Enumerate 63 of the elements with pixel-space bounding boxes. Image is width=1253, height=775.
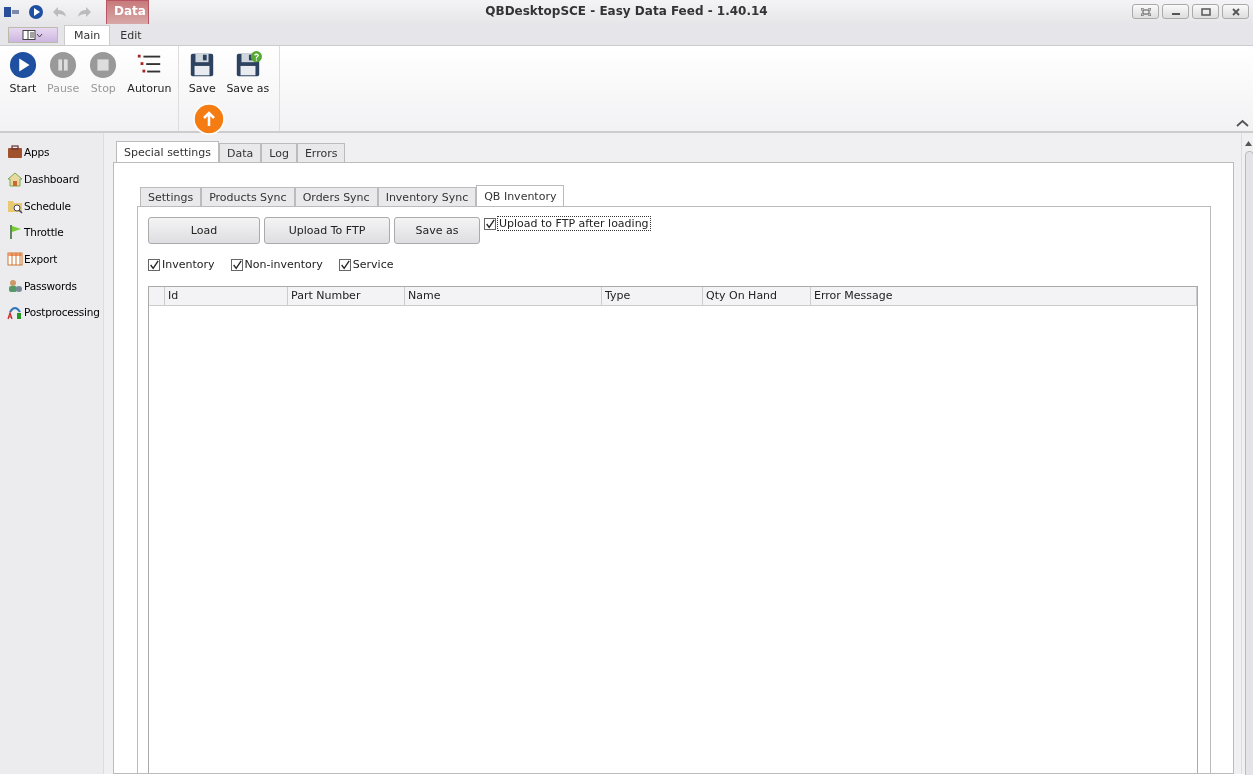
maximize-button[interactable] — [1192, 4, 1219, 19]
ribbon-button[interactable]: Autorun — [124, 49, 175, 97]
maximize-icon — [1200, 7, 1211, 16]
table-icon — [7, 251, 23, 268]
ribbon-button[interactable]: Save as — [223, 49, 273, 97]
flag-icon — [7, 224, 23, 241]
scroll-up-icon[interactable] — [1245, 141, 1252, 146]
pause-icon — [48, 51, 79, 79]
panel-dropdown-icon — [22, 30, 44, 40]
tab[interactable]: Log — [261, 143, 297, 162]
tab[interactable]: Products Sync — [201, 187, 295, 206]
ribbon-button[interactable]: Save — [183, 49, 222, 97]
column-header[interactable]: Error Message — [811, 287, 1197, 305]
tab[interactable]: Orders Sync — [294, 187, 378, 206]
column-header[interactable]: Name — [405, 287, 602, 305]
checkbox-label[interactable]: Inventory — [162, 258, 215, 271]
sidebar-item[interactable]: Passwords — [0, 272, 103, 300]
column-header[interactable]: Type — [602, 287, 703, 305]
action-button[interactable]: Save as — [394, 217, 480, 244]
checkbox[interactable] — [484, 217, 496, 230]
app-icon[interactable] — [4, 6, 20, 18]
minimize-button[interactable] — [1162, 4, 1189, 19]
checkbox-label[interactable]: Upload to FTP after loading — [498, 217, 650, 230]
checkbox[interactable] — [338, 258, 351, 271]
play-icon[interactable] — [28, 4, 44, 20]
house-icon — [7, 171, 23, 188]
checkbox-label[interactable]: Non-inventory — [244, 258, 323, 271]
column-header[interactable]: Qty On Hand — [703, 287, 811, 305]
ribbon-tab[interactable]: Main — [64, 25, 111, 45]
tab[interactable]: Errors — [296, 143, 346, 162]
sidebar-item[interactable]: Postprocessing — [0, 299, 103, 326]
application-menu-button[interactable] — [8, 27, 58, 43]
sidebar-item[interactable]: Schedule — [0, 192, 103, 220]
column-header[interactable]: Id — [165, 287, 288, 305]
tab[interactable]: QB Inventory — [476, 185, 565, 206]
fullscreen-icon — [1140, 7, 1151, 16]
sidebar-item[interactable]: Throttle — [0, 219, 103, 246]
ribbon-button[interactable]: Start — [4, 49, 42, 97]
tab[interactable]: Special settings — [116, 141, 219, 162]
checkbox-label[interactable]: Service — [352, 258, 394, 271]
arrow-a-b-icon — [7, 304, 23, 321]
sidebar-item[interactable]: Dashboard — [0, 165, 103, 193]
play-icon — [8, 51, 38, 79]
context-group-label: Data — [114, 4, 146, 18]
tab[interactable]: Settings — [140, 187, 202, 206]
checkbox[interactable] — [148, 258, 160, 271]
close-button[interactable] — [1222, 4, 1249, 19]
column-header[interactable]: Part Number — [288, 287, 405, 305]
action-button[interactable]: Upload To FTP — [264, 217, 390, 244]
ribbon-tab[interactable]: Edit — [110, 25, 152, 45]
tab[interactable]: Inventory Sync — [377, 187, 477, 206]
sidebar-item[interactable]: Apps — [0, 139, 103, 166]
briefcase-icon — [7, 144, 23, 161]
stop-icon — [88, 51, 119, 79]
sidebar-item[interactable]: Export — [0, 245, 103, 273]
people-icon — [7, 277, 23, 294]
collapse-ribbon-icon[interactable] — [1236, 119, 1249, 128]
tab[interactable]: Data — [219, 143, 262, 162]
window-title: QBDesktopSCE - Easy Data Feed - 1.40.14 — [485, 4, 768, 18]
action-button[interactable]: Load — [148, 217, 260, 244]
close-icon — [1230, 7, 1241, 16]
checkbox[interactable] — [230, 258, 243, 271]
vertical-scrollbar[interactable] — [1241, 133, 1253, 774]
